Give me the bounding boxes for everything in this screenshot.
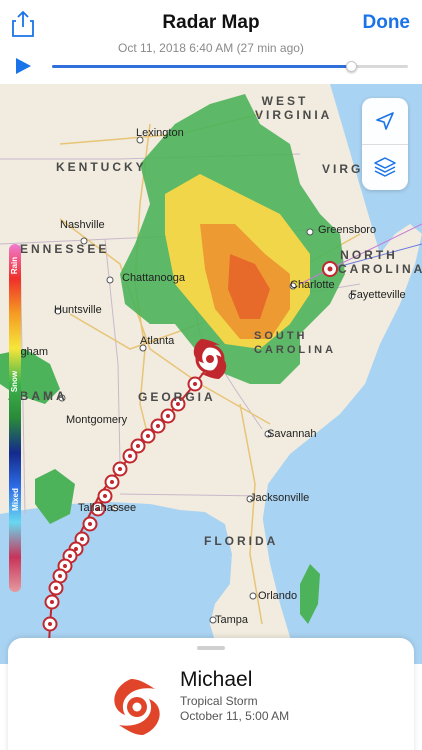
legend-label-snow: Snow: [10, 370, 20, 392]
locate-button[interactable]: [362, 98, 408, 144]
layers-icon: [374, 157, 396, 177]
hurricane-icon: [106, 676, 168, 738]
radar-map[interactable]: WEST VIRGINIA KENTUCKY VIRG ENNESSEE NOR…: [0, 84, 422, 664]
play-button[interactable]: [14, 57, 34, 75]
city-label-atlanta: Atlanta: [140, 335, 175, 347]
state-label-florida: FLORIDA: [204, 534, 279, 548]
city-label-charlotte: Charlotte: [290, 279, 335, 291]
layers-button[interactable]: [362, 144, 408, 190]
city-label-savannah: Savannah: [267, 428, 317, 440]
state-label-south-carolina: SOUTH CAROLINA: [254, 330, 333, 356]
city-label-montgomery: Montgomery: [66, 414, 128, 426]
header: Radar Map Done Oct 11, 2018 6:40 AM (27 …: [0, 0, 422, 84]
storm-name: Michael: [180, 668, 253, 691]
storm-date: October 11, 5:00 AM: [180, 709, 290, 723]
map-controls: [362, 98, 408, 190]
state-label-tennessee: ENNESSEE: [20, 242, 110, 256]
city-label-tallahassee: Tallahassee: [78, 502, 137, 514]
storm-type: Tropical Storm: [180, 694, 258, 708]
state-label-virginia: VIRG: [322, 162, 364, 176]
radar-timestamp: Oct 11, 2018 6:40 AM (27 min ago): [118, 41, 304, 55]
state-label-kentucky: KENTUCKY: [56, 160, 147, 174]
card-grabber[interactable]: [197, 646, 225, 650]
timeline-progress: [52, 65, 352, 68]
timeline-thumb[interactable]: [346, 61, 358, 72]
state-label-georgia: GEORGIA: [138, 390, 216, 404]
city-label-nashville: Nashville: [60, 219, 105, 231]
done-button[interactable]: Done: [363, 12, 411, 34]
state-label-west-virginia: WEST VIRGINIA: [255, 94, 333, 122]
city-label-fayetteville: Fayetteville: [350, 289, 406, 301]
state-label-north-carolina: NORTH CAROLINA: [338, 248, 422, 276]
city-label-chattanooga: Chattanooga: [122, 272, 185, 284]
city-label-huntsville: Huntsville: [54, 304, 102, 316]
city-label-orlando: Orlando: [258, 590, 298, 602]
page-title: Radar Map: [162, 12, 260, 33]
city-label-lexington: Lexington: [136, 127, 184, 139]
city-label-jacksonville: Jacksonville: [250, 492, 310, 504]
city-label-greensboro: Greensboro: [318, 224, 377, 236]
play-icon: [16, 58, 31, 74]
location-arrow-icon: [376, 112, 394, 130]
legend-label-mixed: Mixed: [10, 487, 20, 511]
timeline-slider[interactable]: [52, 61, 408, 72]
storm-info-card[interactable]: Michael Tropical Storm October 11, 5:00 …: [8, 638, 414, 750]
legend-label-rain: Rain: [10, 256, 20, 274]
city-label-tampa: Tampa: [215, 614, 249, 626]
radar-map-screen: Radar Map Done Oct 11, 2018 6:40 AM (27 …: [0, 0, 422, 750]
precipitation-legend: [9, 244, 21, 592]
